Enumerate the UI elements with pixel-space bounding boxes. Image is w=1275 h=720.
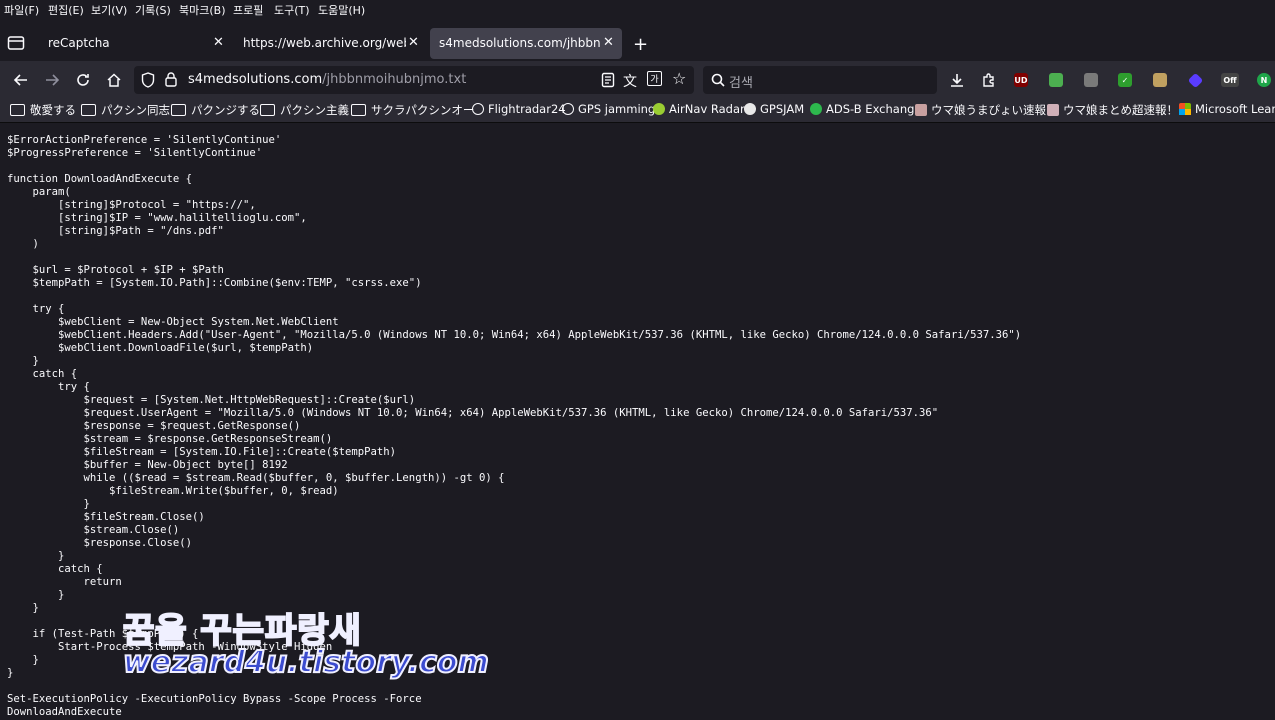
off-ext-icon[interactable]: Off — [1216, 66, 1244, 94]
menu-edit[interactable]: 편집(E) — [48, 2, 84, 18]
search-box[interactable]: 검색 — [703, 66, 937, 94]
folder-icon — [351, 104, 366, 116]
tab-bar: reCaptcha ✕ https://web.archive.org/web/… — [0, 18, 1275, 61]
tab-s4medsolutions[interactable]: s4medsolutions.com/jhbbnmoihub ✕ — [430, 28, 622, 59]
search-icon — [711, 72, 725, 91]
translate-icon[interactable]: 文 — [623, 71, 637, 91]
ublock-icon[interactable]: UD — [1007, 66, 1035, 94]
puzzle-ext-icon[interactable] — [1146, 66, 1174, 94]
menu-bar: 파일(F) 편집(E) 보기(V) 기록(S) 북마크(B) 프로필 도구(T)… — [0, 0, 1275, 18]
url-path: /jhbbnmoihubnjmo.txt — [322, 72, 467, 87]
tab-overview-icon[interactable] — [7, 35, 25, 55]
bookmark-folder[interactable]: パクシン同志 — [81, 102, 170, 118]
menu-tools[interactable]: 도구(T) — [274, 2, 310, 18]
bookmark-gpsjam[interactable]: GPSJAM — [744, 102, 804, 116]
uma-icon — [915, 104, 927, 116]
check-ext-icon[interactable]: ✓ — [1111, 66, 1139, 94]
bookmark-folder[interactable]: パクシン主義 — [260, 102, 349, 118]
n-ext-icon[interactable]: N — [1250, 66, 1275, 94]
folder-icon — [260, 104, 275, 116]
nav-bar: s4medsolutions.com/jhbbnmoihubnjmo.txt 文… — [0, 61, 1275, 98]
tab-label: s4medsolutions.com/jhbbnmoihub — [439, 36, 601, 50]
uma2-icon — [1047, 104, 1059, 116]
reader-view-icon[interactable] — [601, 72, 615, 92]
trash-ext-icon[interactable] — [1077, 66, 1105, 94]
bookmark-star-icon[interactable]: ☆ — [672, 69, 686, 88]
tab-recaptcha[interactable]: reCaptcha ✕ — [39, 28, 231, 59]
menu-view[interactable]: 보기(V) — [91, 2, 127, 18]
menu-help[interactable]: 도움말(H) — [318, 2, 365, 18]
new-tab-plus-icon[interactable]: + — [633, 34, 648, 55]
search-placeholder: 검색 — [729, 76, 753, 91]
gps-icon — [562, 103, 574, 115]
bookmark-uma-speed[interactable]: ウマ娘うまぴょい速報 — [915, 102, 1046, 118]
microsoft-icon — [1179, 103, 1191, 115]
lock-icon[interactable] — [165, 72, 177, 91]
url-bar[interactable]: s4medsolutions.com/jhbbnmoihubnjmo.txt 文… — [134, 66, 694, 94]
radar-icon — [472, 103, 484, 115]
bookmarks-bar: 敬愛する パクシン同志 パクンジする パクシン主義 サクラパクシンオー Flig… — [0, 98, 1275, 123]
bookmark-adsb-exchange[interactable]: ADS-B Exchange — [810, 102, 922, 116]
bookmark-flightradar24[interactable]: Flightradar24 — [472, 102, 566, 116]
bookmark-folder[interactable]: サクラパクシンオー — [351, 102, 474, 118]
folder-icon — [81, 104, 96, 116]
tab-label: reCaptcha — [48, 36, 110, 50]
bookmark-gps-jamming[interactable]: GPS jamming — [562, 102, 655, 116]
menu-history[interactable]: 기록(S) — [135, 2, 171, 18]
back-arrow-icon[interactable] — [7, 66, 35, 94]
reload-icon[interactable] — [69, 66, 97, 94]
extensions-puzzle-icon[interactable] — [975, 66, 1003, 94]
bookmark-folder[interactable]: 敬愛する — [10, 102, 76, 118]
bookmark-microsoft-learn[interactable]: Microsoft Learn — [1179, 102, 1275, 116]
folder-icon — [10, 104, 25, 116]
menu-file[interactable]: 파일(F) — [4, 2, 39, 18]
close-icon[interactable]: ✕ — [408, 35, 419, 50]
tab-label: https://web.archive.org/web/20250 — [243, 36, 406, 50]
close-icon[interactable]: ✕ — [213, 35, 224, 50]
adsb-icon — [810, 103, 822, 115]
gem-ext-icon[interactable] — [1181, 66, 1209, 94]
tab-web-archive[interactable]: https://web.archive.org/web/20250 ✕ — [234, 28, 427, 59]
menu-bookmarks[interactable]: 북마크(B) — [179, 2, 226, 18]
shield-icon[interactable] — [141, 72, 155, 92]
gpsjam-icon — [744, 103, 756, 115]
bookmark-folder[interactable]: パクンジする — [171, 102, 260, 118]
airnav-icon — [653, 103, 665, 115]
url-text[interactable]: s4medsolutions.com/jhbbnmoihubnjmo.txt — [188, 72, 466, 87]
watermark-url: wezard4u.tistory.com — [122, 644, 490, 681]
page-translate-icon[interactable]: 가 — [647, 71, 662, 86]
green-ext-icon[interactable] — [1042, 66, 1070, 94]
folder-icon — [171, 104, 186, 116]
menu-profile[interactable]: 프로필 — [233, 2, 263, 18]
downloads-icon[interactable] — [943, 66, 971, 94]
bookmark-uma-matome[interactable]: ウマ娘まとめ超速報！ — [1047, 102, 1178, 118]
forward-arrow-icon[interactable] — [38, 66, 66, 94]
url-host: s4medsolutions.com — [188, 72, 323, 87]
bookmark-airnav-radar[interactable]: AirNav Radar — [653, 102, 745, 116]
close-icon[interactable]: ✕ — [603, 35, 614, 50]
home-icon[interactable] — [100, 66, 128, 94]
